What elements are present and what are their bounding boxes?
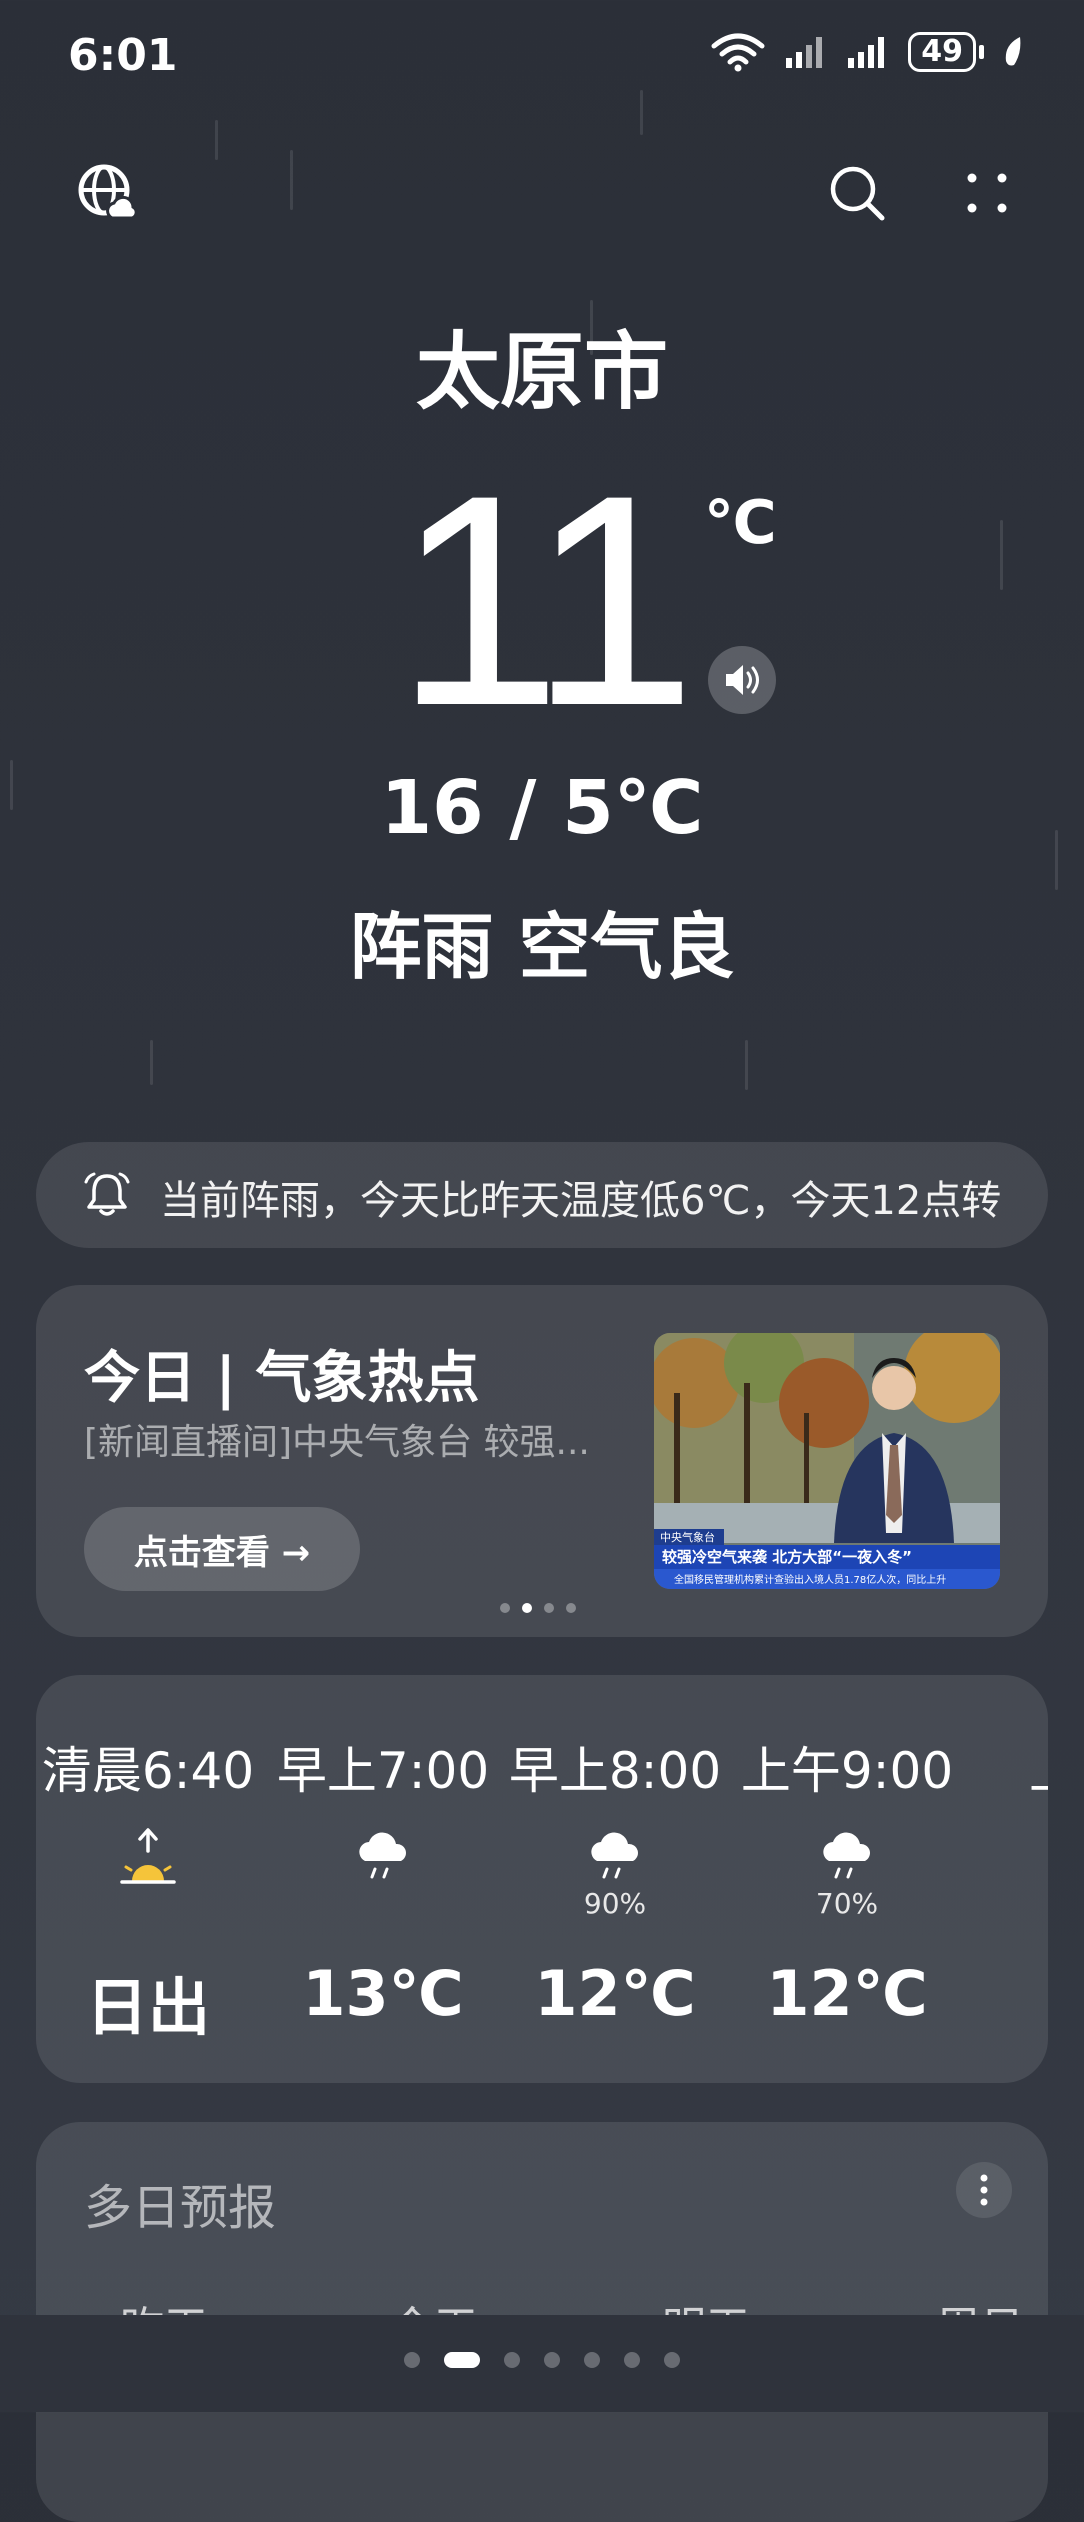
- bell-icon: [84, 1172, 130, 1216]
- weather-hot-topic-card[interactable]: 今日 | 气象热点 [新闻直播间]中央气象台 较强... 点击查看 → 中央气象…: [36, 1285, 1048, 1637]
- weather-condition: 阵雨 空气良: [349, 905, 735, 989]
- status-time: 6:01: [68, 30, 178, 81]
- globe-cloud-icon: [78, 164, 138, 220]
- city-page-indicator[interactable]: [0, 2352, 1084, 2368]
- hourly-item[interactable]: 早上8:00 90% 12℃: [499, 1675, 731, 2083]
- hourly-time: 早上7:00: [276, 1742, 490, 1800]
- news-anchor-image: 中央气象台 较强冷空气来袭 北方大部“一夜入冬” 全国移民管理机构累计查验出入境…: [654, 1333, 1000, 1589]
- news-ticker: 全国移民管理机构累计查验出入境人员1.78亿人次，同比上升: [674, 1573, 946, 1586]
- signal-icon: [848, 37, 885, 68]
- hourly-value: 日出: [85, 1971, 210, 2044]
- alert-text: 当前阵雨，今天比昨天温度低6℃，今天12点转: [160, 1178, 1002, 1224]
- leaf-icon: [1005, 37, 1021, 66]
- weather-alert-banner[interactable]: 当前阵雨，今天比昨天温度低6℃，今天12点转: [36, 1142, 1048, 1248]
- view-button[interactable]: 点击查看 →: [84, 1507, 360, 1591]
- grid-menu-icon: [967, 173, 1007, 213]
- current-temperature: 11: [395, 432, 696, 768]
- news-logo: 中央气象台: [660, 1530, 715, 1544]
- voice-broadcast-button[interactable]: [708, 646, 776, 714]
- page-dot[interactable]: [404, 2352, 420, 2368]
- hourly-item[interactable]: 上午9:00 70% 12℃: [731, 1675, 963, 2083]
- hourly-value: 13℃: [302, 1957, 464, 2030]
- page-dot[interactable]: [624, 2352, 640, 2368]
- multi-day-title: 多日预报: [84, 2180, 277, 2236]
- precipitation-probability: 70%: [815, 1887, 879, 1920]
- rain-cloud-icon: [359, 1832, 406, 1879]
- hourly-value: 1: [963, 1957, 1048, 2030]
- hourly-value: 12℃: [534, 1957, 696, 2030]
- hourly-time: 上午9:00: [740, 1742, 954, 1800]
- page-dot[interactable]: [584, 2352, 600, 2368]
- status-icons: 49: [710, 32, 1024, 72]
- page-dot[interactable]: [504, 2352, 520, 2368]
- page-dot[interactable]: [544, 2352, 560, 2368]
- menu-button[interactable]: [952, 158, 1022, 228]
- page-dot-active[interactable]: [444, 2352, 480, 2368]
- news-headline: 较强冷空气来袭 北方大部“一夜入冬”: [662, 1548, 912, 1566]
- temperature-unit: ℃: [704, 488, 777, 558]
- page-dot[interactable]: [664, 2352, 680, 2368]
- rain-streak: [150, 1040, 153, 1085]
- hourly-forecast-card[interactable]: 清晨6:40 日出 早上7:00 13℃ 早上8:00 90% 12℃ 上午9:…: [36, 1675, 1048, 2083]
- location-button[interactable]: [72, 158, 142, 228]
- hourly-time: 清晨6:40: [41, 1742, 255, 1800]
- rain-cloud-icon: [591, 1832, 638, 1879]
- sunrise-icon: [120, 1828, 176, 1884]
- more-vertical-icon: [980, 2174, 988, 2206]
- hourly-time: 上午: [963, 1731, 1048, 1803]
- hourly-time: 早上8:00: [508, 1742, 722, 1800]
- rain-cloud-icon: [823, 1832, 870, 1879]
- hourly-item[interactable]: 清晨6:40 日出: [36, 1675, 264, 2083]
- multi-day-menu-button[interactable]: [956, 2162, 1012, 2218]
- temperature-range: 16 / 5℃: [380, 765, 704, 851]
- search-icon: [830, 166, 885, 221]
- hot-topic-title: 今日 | 气象热点: [84, 1346, 480, 1411]
- hourly-item[interactable]: 早上7:00 13℃: [267, 1675, 499, 2083]
- rain-streak: [215, 120, 218, 160]
- hourly-value: 12℃: [766, 1957, 928, 2030]
- news-thumbnail[interactable]: 中央气象台 较强冷空气来袭 北方大部“一夜入冬” 全国移民管理机构累计查验出入境…: [654, 1333, 1000, 1589]
- hourly-item[interactable]: 上午 1: [963, 1675, 1048, 2083]
- rain-streak: [745, 1040, 748, 1090]
- rain-streak: [1000, 520, 1003, 590]
- signal-icon: [786, 37, 823, 68]
- search-button[interactable]: [822, 158, 892, 228]
- wifi-icon: [711, 33, 765, 72]
- status-bar: 6:01 49: [0, 0, 1084, 110]
- battery-indicator: 49: [908, 32, 984, 72]
- hot-topic-subtitle: [新闻直播间]中央气象台 较强...: [84, 1422, 590, 1463]
- rain-streak: [290, 150, 293, 210]
- battery-tip: [979, 45, 984, 59]
- battery-level: 49: [908, 32, 976, 72]
- speaker-icon: [726, 665, 759, 695]
- city-name: 太原市: [415, 323, 668, 421]
- carousel-indicator: [500, 1603, 576, 1613]
- precipitation-probability: 90%: [583, 1887, 647, 1920]
